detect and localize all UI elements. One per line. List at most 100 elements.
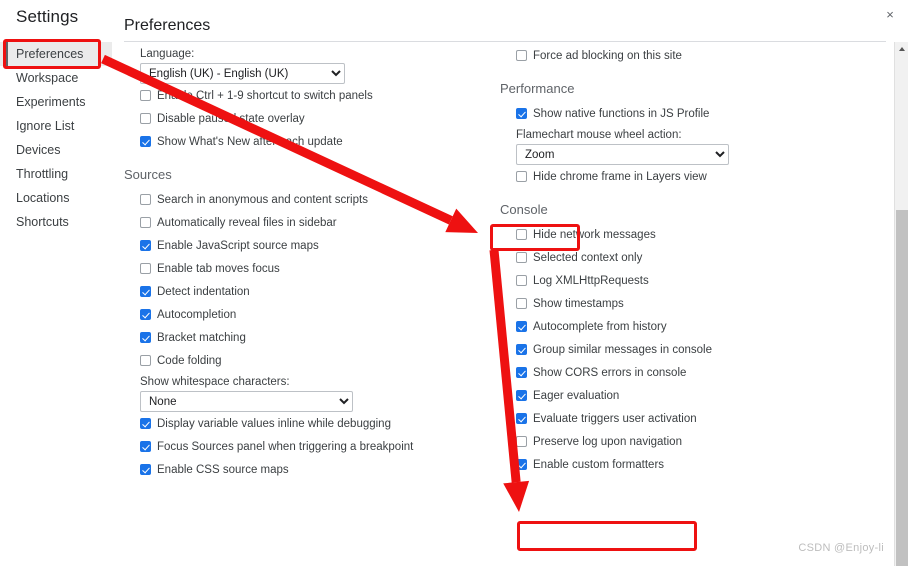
vertical-scrollbar[interactable] (894, 42, 908, 566)
checkbox-checked-icon[interactable] (140, 286, 151, 297)
performance-checkbox-group-bottom: Hide chrome frame in Layers view (500, 165, 860, 188)
close-icon: × (886, 6, 894, 22)
checkbox-label: Show CORS errors in console (533, 366, 687, 379)
sidebar-item-preferences[interactable]: Preferences (0, 42, 112, 66)
sidebar-item-label: Ignore List (16, 119, 75, 133)
checkbox-label: Log XMLHttpRequests (533, 274, 649, 287)
watermark: CSDN @Enjoy-li (798, 542, 884, 554)
scrollbar-thumb[interactable] (896, 210, 908, 566)
checkbox-label: Detect indentation (157, 285, 250, 298)
checkbox-row[interactable]: Detect indentation (140, 280, 484, 303)
sidebar-item-locations[interactable]: Locations (0, 186, 112, 210)
checkbox-label: Selected context only (533, 251, 643, 264)
checkbox-checked-icon[interactable] (140, 464, 151, 475)
checkbox-row[interactable]: Code folding (140, 349, 484, 372)
checkbox-label: Disable paused state overlay (157, 112, 305, 125)
checkbox-row[interactable]: Eager evaluation (516, 384, 860, 407)
checkbox-row[interactable]: Enable tab moves focus (140, 257, 484, 280)
checkbox-row[interactable]: Enable custom formatters (516, 453, 860, 476)
checkbox-unchecked-icon[interactable] (140, 194, 151, 205)
checkbox-unchecked-icon[interactable] (516, 298, 527, 309)
checkbox-row[interactable]: Group similar messages in console (516, 338, 860, 361)
checkbox-label: Show native functions in JS Profile (533, 107, 710, 120)
checkbox-unchecked-icon[interactable] (516, 229, 527, 240)
checkbox-label: Preserve log upon navigation (533, 435, 682, 448)
checkbox-row[interactable]: Show CORS errors in console (516, 361, 860, 384)
checkbox-row[interactable]: Display variable values inline while deb… (140, 412, 484, 435)
checkbox-checked-icon[interactable] (516, 344, 527, 355)
checkbox-checked-icon[interactable] (140, 418, 151, 429)
performance-section-title: Performance (500, 81, 575, 96)
checkbox-row[interactable]: Force ad blocking on this site (516, 44, 860, 67)
checkbox-unchecked-icon[interactable] (516, 171, 527, 182)
checkbox-label: Autocompletion (157, 308, 237, 321)
checkbox-checked-icon[interactable] (516, 413, 527, 424)
checkbox-label: Enable tab moves focus (157, 262, 280, 275)
sidebar-item-throttling[interactable]: Throttling (0, 162, 112, 186)
checkbox-label: Bracket matching (157, 331, 246, 344)
checkbox-row[interactable]: Enable JavaScript source maps (140, 234, 484, 257)
sidebar-item-label: Shortcuts (16, 215, 69, 229)
language-select[interactable]: English (UK) - English (UK) (140, 63, 345, 84)
whitespace-label: Show whitespace characters: (140, 376, 290, 388)
whitespace-select[interactable]: None (140, 391, 353, 412)
checkbox-row[interactable]: Enable Ctrl + 1-9 shortcut to switch pan… (140, 84, 484, 107)
checkbox-row[interactable]: Bracket matching (140, 326, 484, 349)
close-button[interactable]: × (880, 4, 900, 24)
checkbox-checked-icon[interactable] (516, 367, 527, 378)
checkbox-row[interactable]: Show What's New after each update (140, 130, 484, 153)
sidebar-item-label: Devices (16, 143, 61, 157)
sidebar-item-devices[interactable]: Devices (0, 138, 112, 162)
checkbox-checked-icon[interactable] (140, 309, 151, 320)
checkbox-checked-icon[interactable] (140, 441, 151, 452)
checkbox-label: Enable JavaScript source maps (157, 239, 319, 252)
checkbox-label: Enable CSS source maps (157, 463, 289, 476)
checkbox-row[interactable]: Selected context only (516, 246, 860, 269)
checkbox-row[interactable]: Show timestamps (516, 292, 860, 315)
checkbox-row[interactable]: Hide network messages (516, 223, 860, 246)
flamechart-select[interactable]: Zoom (516, 144, 729, 165)
checkbox-unchecked-icon[interactable] (140, 217, 151, 228)
sidebar-item-label: Preferences (16, 47, 84, 61)
checkbox-checked-icon[interactable] (516, 459, 527, 470)
checkbox-unchecked-icon[interactable] (140, 263, 151, 274)
sidebar-item-shortcuts[interactable]: Shortcuts (0, 210, 112, 234)
checkbox-unchecked-icon[interactable] (140, 90, 151, 101)
sidebar-item-ignore-list[interactable]: Ignore List (0, 114, 112, 138)
checkbox-unchecked-icon[interactable] (516, 436, 527, 447)
sidebar-item-label: Workspace (16, 71, 79, 85)
checkbox-checked-icon[interactable] (140, 240, 151, 251)
checkbox-checked-icon[interactable] (516, 321, 527, 332)
checkbox-unchecked-icon[interactable] (516, 50, 527, 61)
checkbox-label: Focus Sources panel when triggering a br… (157, 440, 414, 453)
checkbox-unchecked-icon[interactable] (140, 355, 151, 366)
checkbox-row[interactable]: Autocompletion (140, 303, 484, 326)
sources-checkbox-group-bottom: Display variable values inline while deb… (124, 412, 484, 481)
checkbox-label: Search in anonymous and content scripts (157, 193, 368, 206)
page-title: Preferences (124, 17, 211, 34)
checkbox-checked-icon[interactable] (140, 136, 151, 147)
checkbox-row[interactable]: Hide chrome frame in Layers view (516, 165, 860, 188)
checkbox-row[interactable]: Show native functions in JS Profile (516, 102, 860, 125)
checkbox-row[interactable]: Automatically reveal files in sidebar (140, 211, 484, 234)
checkbox-checked-icon[interactable] (516, 108, 527, 119)
checkbox-unchecked-icon[interactable] (516, 275, 527, 286)
checkbox-row[interactable]: Preserve log upon navigation (516, 430, 860, 453)
sidebar-item-workspace[interactable]: Workspace (0, 66, 112, 90)
checkbox-label: Code folding (157, 354, 222, 367)
checkbox-row[interactable]: Disable paused state overlay (140, 107, 484, 130)
scroll-up-arrow-icon[interactable] (895, 42, 908, 56)
checkbox-checked-icon[interactable] (140, 332, 151, 343)
checkbox-label: Show timestamps (533, 297, 624, 310)
checkbox-unchecked-icon[interactable] (516, 252, 527, 263)
checkbox-row[interactable]: Autocomplete from history (516, 315, 860, 338)
checkbox-row[interactable]: Log XMLHttpRequests (516, 269, 860, 292)
sidebar-item-experiments[interactable]: Experiments (0, 90, 112, 114)
checkbox-row[interactable]: Evaluate triggers user activation (516, 407, 860, 430)
checkbox-row[interactable]: Focus Sources panel when triggering a br… (140, 435, 484, 458)
checkbox-checked-icon[interactable] (516, 390, 527, 401)
checkbox-label: Show What's New after each update (157, 135, 343, 148)
checkbox-row[interactable]: Search in anonymous and content scripts (140, 188, 484, 211)
checkbox-row[interactable]: Enable CSS source maps (140, 458, 484, 481)
checkbox-unchecked-icon[interactable] (140, 113, 151, 124)
